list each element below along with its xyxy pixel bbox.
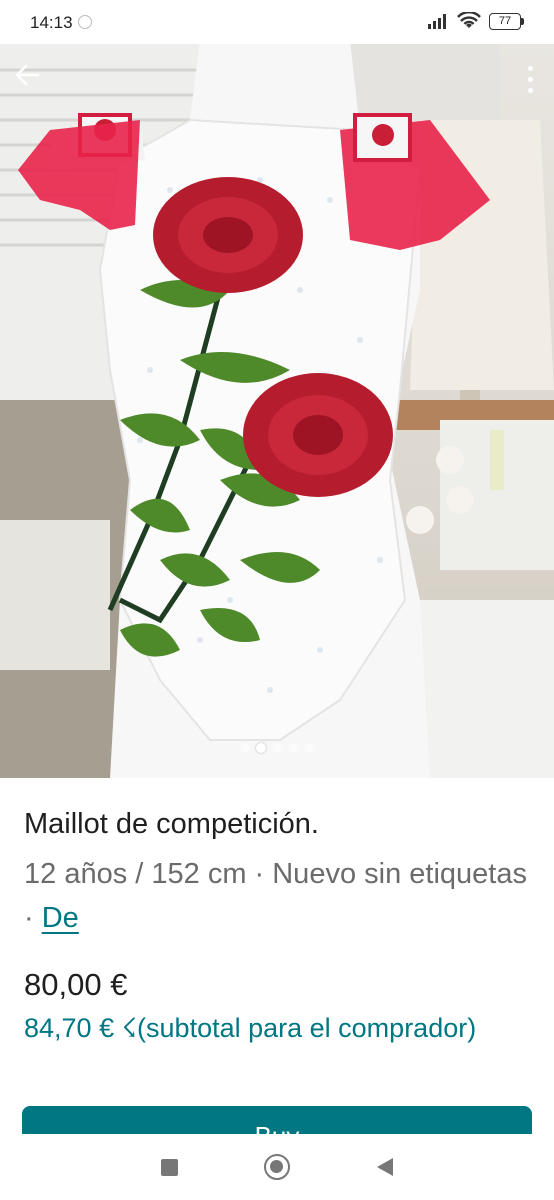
wifi-icon (457, 12, 481, 28)
item-title: Maillot de competición. (24, 808, 319, 840)
recents-icon[interactable] (161, 1158, 179, 1176)
signal-icon (428, 14, 446, 29)
arrow-left-icon (15, 64, 40, 86)
item-price: 80,00 € (24, 967, 128, 1002)
buyer-subtotal[interactable]: 84,70 € ☇(subtotal para el comprador) (24, 1010, 530, 1046)
status-bar: 14:13 77 (0, 0, 554, 44)
item-meta-text: 12 años / 152 cm · Nuevo sin etiquetas · (24, 858, 527, 934)
battery-icon: 77 (489, 12, 524, 30)
status-icons: 77 (427, 12, 524, 30)
dnd-icon (78, 15, 92, 29)
back-triangle-icon[interactable] (376, 1158, 393, 1176)
home-icon[interactable] (264, 1154, 291, 1180)
system-nav-bar (0, 1134, 554, 1200)
item-meta-link[interactable]: De (42, 902, 79, 934)
item-details: Maillot de competición. 12 años / 152 cm… (0, 778, 554, 1046)
more-options-button[interactable] (520, 62, 540, 96)
back-button[interactable] (14, 62, 48, 96)
product-photo (0, 40, 554, 778)
product-image-gallery[interactable] (0, 40, 554, 778)
more-vertical-icon (527, 65, 533, 71)
gallery-dot[interactable] (272, 743, 282, 753)
gallery-dot[interactable] (240, 743, 250, 753)
gallery-dot[interactable] (304, 743, 314, 753)
gallery-pagination (0, 743, 554, 753)
gallery-dot[interactable] (288, 743, 298, 753)
gallery-dot-active[interactable] (256, 743, 266, 753)
item-meta: 12 años / 152 cm · Nuevo sin etiquetas ·… (24, 852, 530, 940)
battery-level: 77 (489, 12, 521, 30)
status-time: 14:13 (30, 13, 73, 32)
